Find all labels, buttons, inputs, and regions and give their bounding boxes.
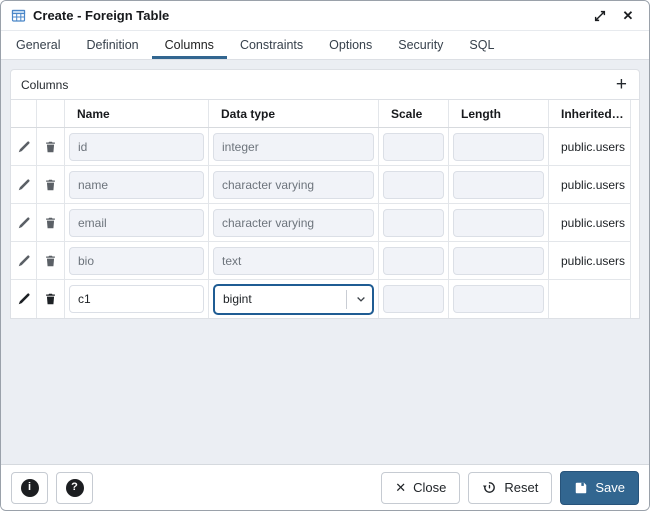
trash-icon xyxy=(46,141,55,152)
header-scale: Scale xyxy=(379,100,449,127)
pencil-icon xyxy=(18,178,30,190)
length-input[interactable] xyxy=(453,132,544,161)
close-x-icon: ✕ xyxy=(395,479,407,495)
help-button[interactable]: ? xyxy=(56,471,93,504)
table-row: public.users xyxy=(11,128,631,166)
select-divider xyxy=(346,289,347,309)
inherited-from-value: public.users xyxy=(549,166,631,204)
close-button[interactable]: ✕ Close xyxy=(381,471,461,504)
help-icon: ? xyxy=(65,478,84,497)
save-icon xyxy=(574,481,588,495)
scale-input[interactable] xyxy=(383,208,444,237)
delete-row-button[interactable] xyxy=(44,292,57,306)
trash-icon xyxy=(46,179,55,190)
length-input[interactable] xyxy=(453,246,544,275)
tab-columns[interactable]: Columns xyxy=(152,31,227,59)
data-type-input[interactable] xyxy=(213,170,374,199)
columns-grid: Name Data type Scale Length Inherited Fr… xyxy=(10,100,640,319)
pencil-icon xyxy=(18,293,30,305)
column-name-input[interactable] xyxy=(69,132,204,161)
tab-definition[interactable]: Definition xyxy=(73,31,151,59)
info-icon: i xyxy=(20,478,39,497)
length-input[interactable] xyxy=(453,285,544,313)
edit-header-cell xyxy=(11,100,37,127)
edit-row-button[interactable] xyxy=(17,140,31,154)
pencil-icon xyxy=(18,140,30,152)
sql-info-button[interactable]: i xyxy=(11,471,48,504)
table-row: public.users xyxy=(11,242,631,280)
columns-panel-title: Columns xyxy=(21,77,69,92)
delete-row-button[interactable] xyxy=(44,178,57,192)
column-name-input[interactable] xyxy=(69,246,204,275)
dialog-tabs: General Definition Columns Constraints O… xyxy=(1,31,649,60)
grid-header-row: Name Data type Scale Length Inherited Fr… xyxy=(11,100,631,128)
header-inherited-from: Inherited From xyxy=(549,100,631,127)
tab-security[interactable]: Security xyxy=(385,31,456,59)
dialog-footer: i ? ✕ Close Reset Save xyxy=(1,464,649,510)
data-type-input[interactable] xyxy=(213,208,374,237)
trash-icon xyxy=(46,217,55,228)
maximize-button[interactable] xyxy=(589,5,611,27)
data-type-input[interactable] xyxy=(213,246,374,275)
pencil-icon xyxy=(18,216,30,228)
inherited-from-value: public.users xyxy=(549,128,631,166)
pencil-icon xyxy=(18,254,30,266)
column-name-input[interactable] xyxy=(69,170,204,199)
table-row: public.users xyxy=(11,204,631,242)
inherited-from-value: public.users xyxy=(549,204,631,242)
columns-panel-header: Columns + xyxy=(10,69,640,100)
scale-input[interactable] xyxy=(383,132,444,161)
header-data-type: Data type xyxy=(209,100,379,127)
delete-row-button[interactable] xyxy=(44,140,57,154)
trash-icon xyxy=(46,255,55,266)
dialog-title: Create - Foreign Table xyxy=(33,8,170,23)
table-row-editing: bigint xyxy=(11,280,631,318)
scale-input[interactable] xyxy=(383,246,444,275)
edit-row-button[interactable] xyxy=(17,216,31,230)
delete-row-button[interactable] xyxy=(44,216,57,230)
dialog-content: Columns + Name Data type Scale Length In… xyxy=(1,60,649,464)
tab-options[interactable]: Options xyxy=(316,31,385,59)
reset-icon xyxy=(482,480,497,495)
delete-row-button[interactable] xyxy=(44,254,57,268)
inherited-from-value: public.users xyxy=(549,242,631,280)
header-length: Length xyxy=(449,100,549,127)
header-name: Name xyxy=(65,100,209,127)
scale-input[interactable] xyxy=(383,170,444,199)
edit-row-button[interactable] xyxy=(17,254,31,268)
close-icon: ✕ xyxy=(622,7,634,23)
column-name-input[interactable] xyxy=(69,285,204,313)
tab-constraints[interactable]: Constraints xyxy=(227,31,316,59)
data-type-select[interactable]: bigint xyxy=(213,283,374,315)
foreign-table-icon xyxy=(11,8,26,23)
edit-row-button[interactable] xyxy=(17,292,31,306)
inherited-from-value xyxy=(549,280,631,318)
table-row: public.users xyxy=(11,166,631,204)
dialog-titlebar: Create - Foreign Table ✕ xyxy=(1,1,649,31)
tab-general[interactable]: General xyxy=(3,31,73,59)
data-type-input[interactable] xyxy=(213,132,374,161)
edit-row-button[interactable] xyxy=(17,178,31,192)
delete-header-cell xyxy=(37,100,65,127)
tab-sql[interactable]: SQL xyxy=(456,31,507,59)
plus-icon: + xyxy=(615,74,627,95)
save-button[interactable]: Save xyxy=(560,470,639,505)
trash-icon xyxy=(46,293,55,305)
column-name-input[interactable] xyxy=(69,208,204,237)
reset-button[interactable]: Reset xyxy=(468,471,553,504)
length-input[interactable] xyxy=(453,170,544,199)
create-foreign-table-dialog: Create - Foreign Table ✕ General Definit… xyxy=(0,0,650,511)
add-column-button[interactable]: + xyxy=(614,75,629,94)
length-input[interactable] xyxy=(453,208,544,237)
close-icon-button[interactable]: ✕ xyxy=(617,5,639,27)
expand-icon xyxy=(594,10,606,21)
scale-input[interactable] xyxy=(383,285,444,313)
